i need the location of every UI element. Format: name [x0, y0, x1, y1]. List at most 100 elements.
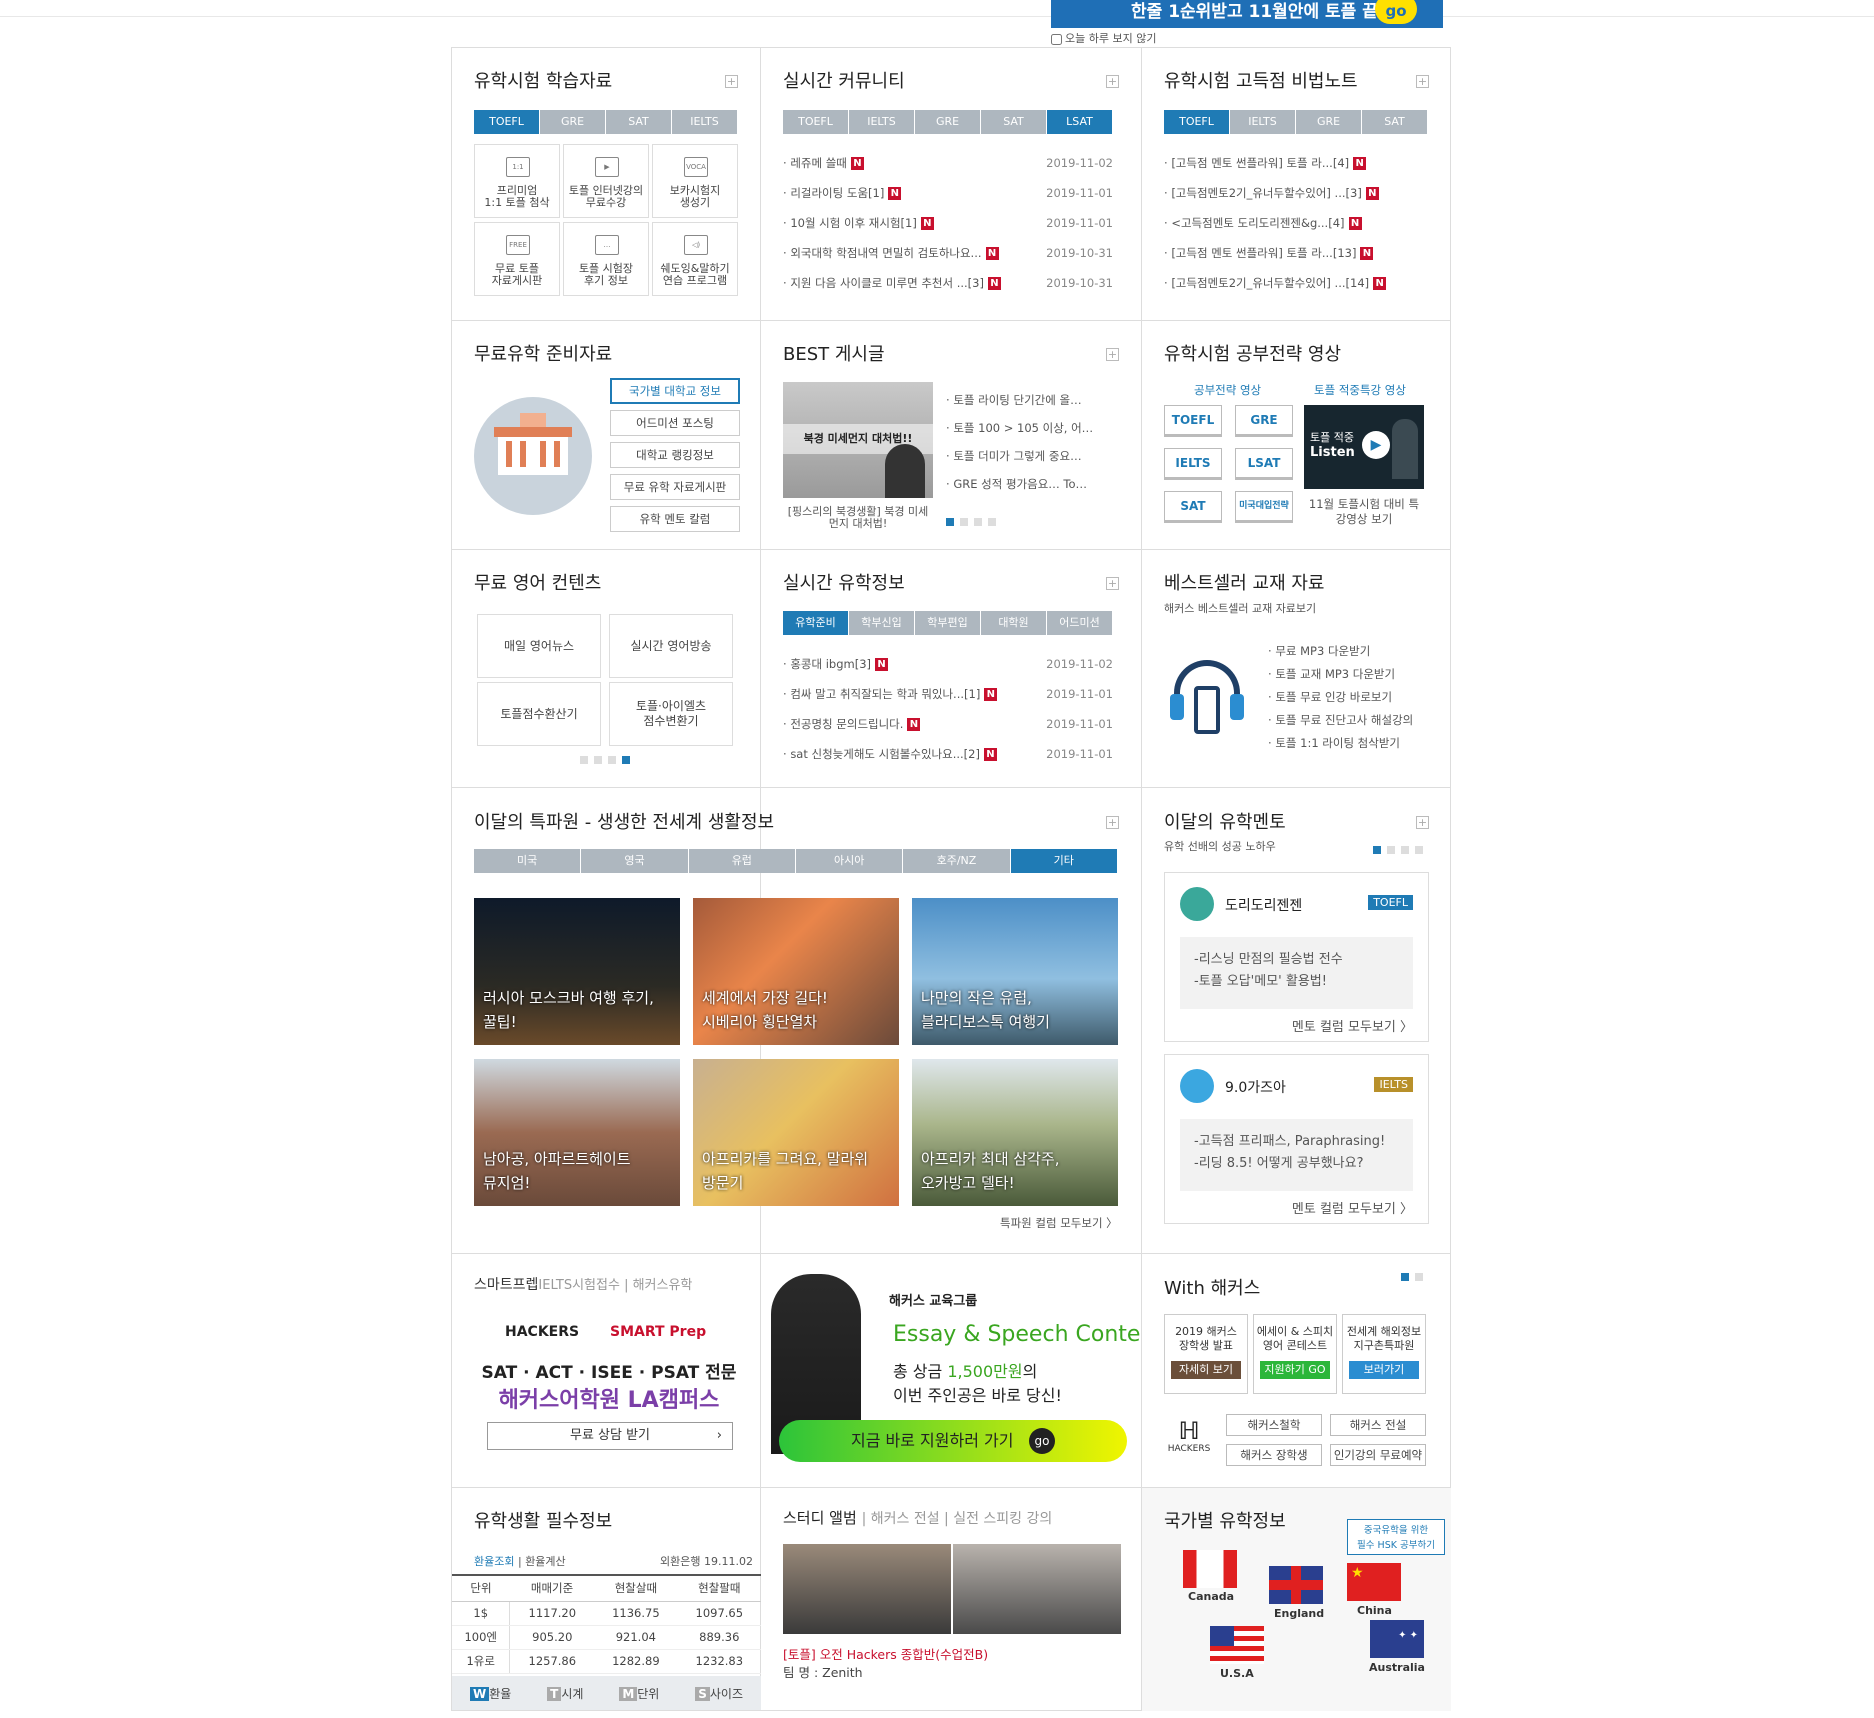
country-title[interactable]: 국가별 유학정보: [1164, 1507, 1286, 1533]
best-thumbnail[interactable]: 북경 미세먼지 대처법!!: [783, 382, 933, 498]
english-title[interactable]: 무료 영어 컨텐츠: [474, 569, 601, 595]
list-item[interactable]: · 레쥬메 쓸때 N 2019-11-02: [783, 148, 1113, 178]
carousel-dots[interactable]: [946, 518, 996, 526]
photo-card[interactable]: 나만의 작은 유럽, 블라디보스톡 여행기: [912, 898, 1118, 1045]
shadowing-link[interactable]: ◁) 쉐도잉&말하기 연습 프로그램: [652, 222, 738, 296]
mentor-title[interactable]: 이달의 유학멘토: [1164, 808, 1286, 834]
list-item[interactable]: · 토플 1:1 라이팅 첨삭받기: [1268, 732, 1413, 755]
album-caption[interactable]: [토플] 오전 Hackers 종합반(수업전B): [783, 1644, 988, 1663]
smartprep-header[interactable]: 스마트프렙IELTS시험접수 | 해커스유학: [474, 1274, 692, 1294]
tab-toefl[interactable]: TOEFL: [474, 110, 539, 134]
tab-exchange-calc[interactable]: 환율계산: [525, 1555, 565, 1568]
bestseller-title[interactable]: 베스트셀러 교재 자료: [1164, 569, 1324, 595]
video-sat-button[interactable]: SAT: [1164, 491, 1222, 523]
list-item[interactable]: · 10월 시험 이후 재시험[1] N 2019-11-01: [783, 208, 1113, 238]
canada-label[interactable]: Canada: [1188, 1590, 1234, 1603]
tab-sat[interactable]: SAT: [1362, 110, 1427, 134]
list-item[interactable]: · [고득점멘토2기_유너두할수있어] ...[14] N: [1164, 268, 1428, 298]
list-item[interactable]: · 무료 MP3 다운받기: [1268, 640, 1413, 663]
plus-icon[interactable]: +: [725, 75, 738, 88]
carousel-dots[interactable]: [580, 756, 630, 764]
with-hackers-title[interactable]: With 해커스: [1164, 1274, 1260, 1300]
list-item[interactable]: · 토플 라이팅 단기간에 올…: [946, 386, 1093, 414]
tab-sat[interactable]: SAT: [606, 110, 671, 134]
list-item[interactable]: · 토플 무료 인강 바로보기: [1268, 686, 1413, 709]
list-item[interactable]: · [고득점 멘토 썬플라워] 토플 라...[4] N: [1164, 148, 1428, 178]
contest-banner[interactable]: 해커스 교육그룹 Essay & Speech Contest 총 상금 1,5…: [761, 1254, 1141, 1487]
mentor-column-link[interactable]: 유학 멘토 칼럼: [610, 506, 740, 532]
list-item[interactable]: · 리걸라이팅 도움[1] N 2019-11-01: [783, 178, 1113, 208]
video-caption[interactable]: 11월 토플시험 대비 특강영상 보기: [1304, 497, 1424, 527]
exchange-tool[interactable]: W 환율: [469, 1685, 511, 1702]
tab-etc[interactable]: 기타: [1010, 849, 1117, 873]
album-header[interactable]: 스터디 앨범 | 해커스 전설 | 실전 스피킹 강의: [783, 1507, 1052, 1528]
hsk-bubble[interactable]: 중국유학을 위한 필수 HSK 공부하기: [1347, 1519, 1445, 1555]
contest-card[interactable]: 에세이 & 스피치 영어 콘테스트 지원하기 GO: [1253, 1314, 1337, 1394]
prep-title[interactable]: 무료유학 준비자료: [474, 340, 612, 366]
tab-toefl[interactable]: TOEFL: [783, 110, 848, 134]
list-item[interactable]: · sat 신청늦게해도 시험볼수있나요...[2] N 2019-11-01: [783, 739, 1113, 769]
admission-link[interactable]: 어드미션 포스팅: [610, 410, 740, 436]
plus-icon[interactable]: +: [1106, 348, 1119, 361]
tab-prep[interactable]: 유학준비: [783, 611, 848, 635]
china-label[interactable]: China: [1357, 1604, 1392, 1617]
go-button[interactable]: go: [1375, 0, 1417, 24]
tab-australia[interactable]: 호주/NZ: [903, 849, 1010, 873]
photo-card[interactable]: 세계에서 가장 길다! 시베리아 횡단열차: [693, 898, 899, 1045]
tab-ielts[interactable]: IELTS: [672, 110, 737, 134]
mentor-card[interactable]: 9.0가즈아 IELTS -고득점 프리패스, Paraphrasing! -리딩…: [1164, 1054, 1429, 1224]
list-item[interactable]: · 토플 100 > 105 이상, 어…: [946, 414, 1093, 442]
plus-icon[interactable]: +: [1416, 75, 1429, 88]
mentor-card[interactable]: 도리도리젠젠 TOEFL -리스닝 만점의 필승법 전수 -토플 오답'메모' 활…: [1164, 872, 1429, 1042]
tab-freshman[interactable]: 학부신입: [849, 611, 914, 635]
free-board-link[interactable]: FREE 무료 토플 자료게시판: [474, 222, 560, 296]
correspondent-more-link[interactable]: 특파원 컬럼 모두보기 〉: [1000, 1215, 1118, 1231]
tab-asia[interactable]: 아시아: [795, 849, 903, 873]
tab-europe[interactable]: 유럽: [688, 849, 795, 873]
tab-ielts[interactable]: IELTS: [1230, 110, 1295, 134]
free-lecture-link[interactable]: ▶ 토플 인터넷강의 무료수강: [563, 144, 649, 218]
study-title[interactable]: 유학시험 학습자료: [474, 67, 612, 93]
free-board-link[interactable]: 무료 유학 자료게시판: [610, 474, 740, 500]
daily-news-link[interactable]: 매일 영어뉴스: [477, 614, 601, 678]
canada-flag[interactable]: [1183, 1550, 1237, 1588]
list-item[interactable]: · 지원 다음 사이클로 미루면 추천서 ...[3] N 2019-10-31: [783, 268, 1113, 298]
tab-toefl[interactable]: TOEFL: [1164, 110, 1229, 134]
apply-now-button[interactable]: 지금 바로 지원하러 가기 go: [779, 1420, 1127, 1462]
hackers-scholar-link[interactable]: 해커스 장학생: [1226, 1444, 1322, 1466]
tab-exchange-rate[interactable]: 환율조회: [474, 1555, 514, 1568]
hackers-legend-link[interactable]: 해커스 전설: [1330, 1414, 1426, 1436]
info-title[interactable]: 실시간 유학정보: [783, 569, 905, 595]
england-label[interactable]: England: [1274, 1607, 1324, 1620]
score-exchange-link[interactable]: 토플·아이엘츠 점수변환기: [609, 682, 733, 746]
list-item[interactable]: · 토플 무료 진단고사 해설강의: [1268, 709, 1413, 732]
list-item[interactable]: · 토플 더미가 그렇게 중요…: [946, 442, 1093, 470]
tab-uk[interactable]: 영국: [581, 849, 688, 873]
hackers-philosophy-link[interactable]: 해커스철학: [1226, 1414, 1322, 1436]
album-photo[interactable]: [953, 1544, 1121, 1634]
china-flag[interactable]: ★: [1347, 1563, 1401, 1601]
video-title[interactable]: 유학시험 공부전략 영상: [1164, 340, 1341, 366]
video-toefl-button[interactable]: TOEFL: [1164, 405, 1222, 437]
list-item[interactable]: · 외국대학 학점내역 면밀히 검토하나요... N 2019-10-31: [783, 238, 1113, 268]
correspondent-title[interactable]: 이달의 특파원 - 생생한 전세계 생활정보: [474, 808, 774, 834]
score-converter-link[interactable]: 토플점수환산기: [477, 682, 601, 746]
mentor-more-link[interactable]: 멘토 컬럼 모두보기 〉: [1292, 1198, 1413, 1217]
tab-transfer[interactable]: 학부편입: [915, 611, 980, 635]
list-item[interactable]: · [고득점 멘토 썬플라워] 토플 라...[13] N: [1164, 238, 1428, 268]
tab-gre[interactable]: GRE: [1296, 110, 1361, 134]
photo-card[interactable]: 러시아 모스크바 여행 후기, 꿀팁!: [474, 898, 680, 1045]
list-item[interactable]: · [고득점멘토2기_유너두할수있어] ...[3] N: [1164, 178, 1428, 208]
free-consult-button[interactable]: 무료 상담 받기 ›: [487, 1422, 733, 1450]
community-title[interactable]: 실시간 커뮤니티: [783, 67, 905, 93]
tab-sat[interactable]: SAT: [981, 110, 1046, 134]
test-review-link[interactable]: … 토플 시험장 후기 정보: [563, 222, 649, 296]
photo-card[interactable]: 아프리카를 그려요, 말라위 방문기: [693, 1059, 899, 1206]
clock-tool[interactable]: T 시계: [547, 1685, 583, 1702]
list-item[interactable]: · 전공명칭 문의드립니다. N 2019-11-01: [783, 709, 1113, 739]
photo-card[interactable]: 아프리카 최대 삼각주, 오카방고 델타!: [912, 1059, 1118, 1206]
tab-usa[interactable]: 미국: [474, 849, 581, 873]
ranking-link[interactable]: 대학교 랭킹정보: [610, 442, 740, 468]
free-reservation-link[interactable]: 인기강의 무료예약: [1330, 1444, 1426, 1466]
list-item[interactable]: · 토플 교재 MP3 다운받기: [1268, 663, 1413, 686]
